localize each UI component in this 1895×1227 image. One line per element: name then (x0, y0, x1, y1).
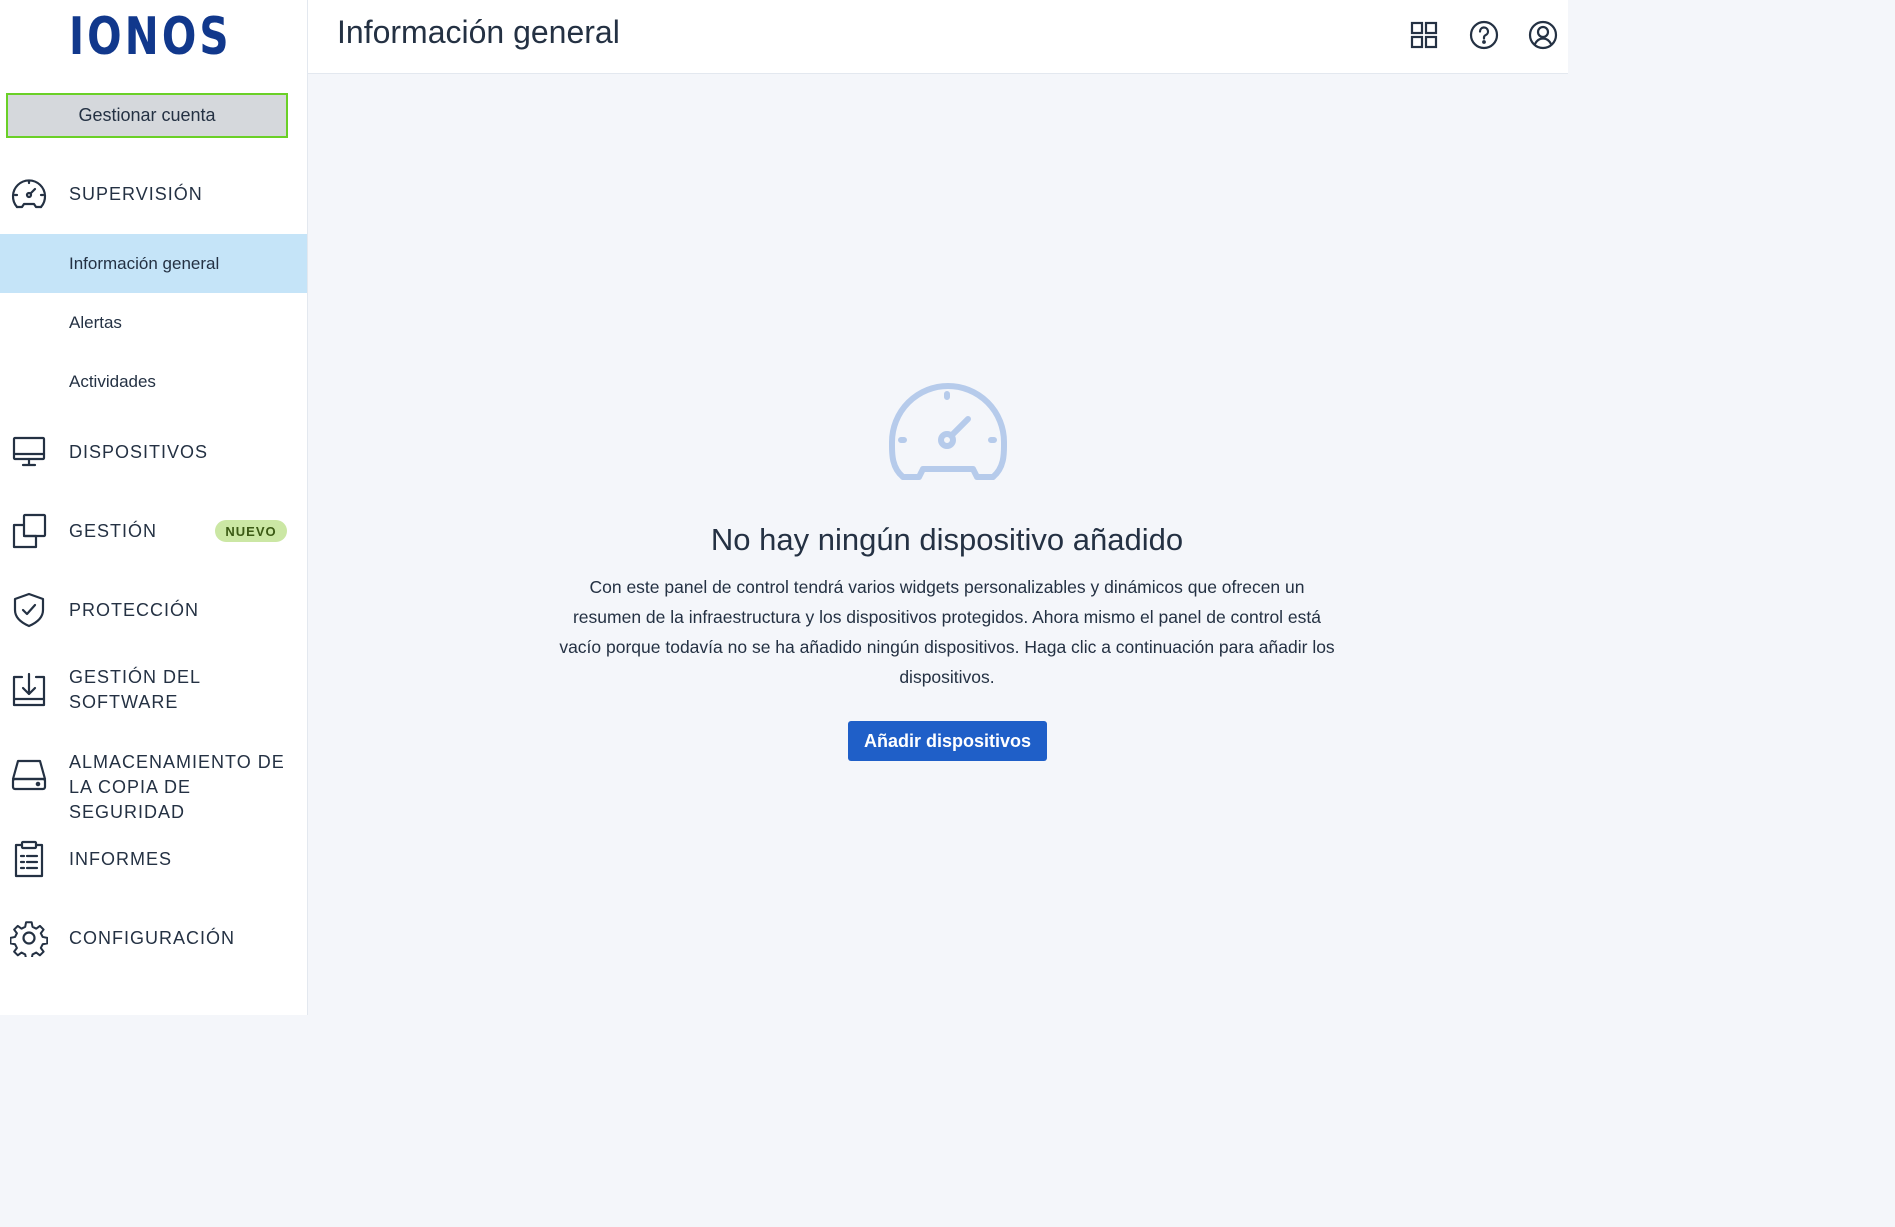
clipboard-icon (9, 839, 49, 879)
main-content: No hay ningún dispositivo añadido Con es… (308, 74, 1568, 1015)
speedometer-icon (9, 174, 49, 214)
speedometer-icon (888, 382, 1008, 487)
nav-section-gestion-software[interactable]: GESTIÓN DEL SOFTWARE (0, 666, 307, 714)
nav-section-informes[interactable]: INFORMES (0, 835, 307, 883)
nav-item-label: Actividades (69, 371, 156, 391)
new-badge: NUEVO (215, 520, 287, 542)
user-icon[interactable] (1525, 17, 1561, 53)
hard-drive-icon (9, 755, 49, 795)
nav-section-dispositivos[interactable]: DISPOSITIVOS (0, 428, 307, 476)
nav-label-informes: INFORMES (69, 848, 173, 869)
nav-label-dispositivos: DISPOSITIVOS (69, 441, 209, 462)
nav-label-gestion-software: GESTIÓN DEL SOFTWARE (69, 667, 201, 712)
nav-label-supervision: SUPERVISIÓN (69, 183, 203, 204)
empty-state-description: Con este panel de control tendrá varios … (559, 577, 1335, 687)
nav-item-label: Alertas (69, 312, 122, 332)
nav-section-supervision[interactable]: SUPERVISIÓN (0, 170, 307, 218)
nav-label-proteccion: PROTECCIÓN (69, 599, 200, 620)
nav-item-alertas[interactable]: Alertas (0, 293, 307, 352)
nav-label-line: LA COPIA DE SEGURIDAD (69, 777, 192, 822)
monitor-icon (9, 432, 49, 472)
page-title: Información general (337, 14, 620, 50)
shield-check-icon (9, 590, 49, 630)
top-bar: Información general (308, 0, 1568, 74)
nav-section-configuracion[interactable]: CONFIGURACIÓN (0, 914, 307, 962)
nav-section-gestion[interactable]: GESTIÓN NUEVO (0, 507, 307, 555)
help-icon[interactable] (1466, 17, 1502, 53)
nav-item-informacion-general[interactable]: Información general (0, 234, 307, 293)
add-devices-button[interactable]: Añadir dispositivos (848, 721, 1047, 761)
nav-section-almacenamiento[interactable]: ALMACENAMIENTO DE LA COPIA DE SEGURIDAD (0, 748, 307, 822)
nav-section-proteccion[interactable]: PROTECCIÓN (0, 586, 307, 634)
copy-squares-icon (9, 511, 49, 551)
download-box-icon (9, 670, 49, 710)
nav-label-gestion: GESTIÓN (69, 520, 158, 541)
nav-label-configuracion: CONFIGURACIÓN (69, 927, 235, 948)
nav-label-line: ALMACENAMIENTO DE (69, 752, 285, 772)
logo-text: IONOS (68, 7, 232, 67)
sidebar: IONOS Gestionar cuenta SUPERVISIÓN Infor… (0, 0, 308, 1015)
nav-item-actividades[interactable]: Actividades (0, 352, 307, 411)
nav-label-almacenamiento: ALMACENAMIENTO DE LA COPIA DE SEGURIDAD (69, 750, 307, 825)
ionos-logo[interactable]: IONOS (60, 7, 240, 67)
empty-state-title: No hay ningún dispositivo añadido (710, 522, 1184, 557)
gear-icon (9, 918, 49, 958)
grid-icon[interactable] (1406, 17, 1442, 53)
nav-item-label: Información general (69, 253, 220, 273)
manage-account-button[interactable]: Gestionar cuenta (6, 93, 288, 138)
